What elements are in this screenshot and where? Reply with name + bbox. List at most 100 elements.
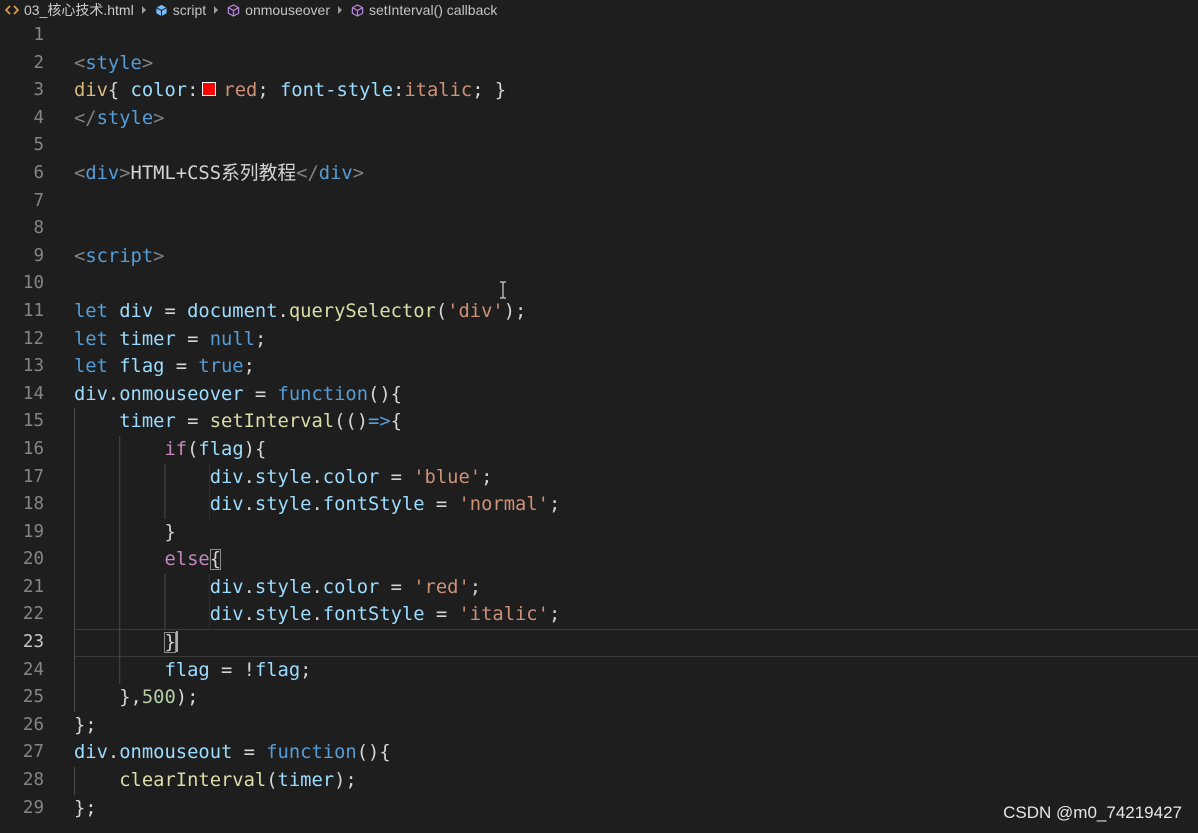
- code-line[interactable]: 19 }: [0, 518, 1198, 547]
- code-token-punctuation: =: [424, 604, 459, 626]
- code-line[interactable]: 21 div.style.color = 'red';: [0, 573, 1198, 602]
- code-line[interactable]: 26};: [0, 712, 1198, 740]
- symbol-module-icon: [155, 4, 167, 16]
- code-content[interactable]: div.style.color = 'red';: [74, 573, 1198, 602]
- line-number: 11: [22, 300, 44, 321]
- code-line[interactable]: 4 </style>: [0, 105, 1198, 133]
- code-content[interactable]: let div = document.querySelector('div');: [74, 298, 1198, 326]
- code-line[interactable]: 2 <style>: [0, 50, 1198, 78]
- code-content[interactable]: [74, 22, 1198, 50]
- code-content[interactable]: <script>: [74, 243, 1198, 271]
- code-content[interactable]: timer = setInterval(()=>{: [74, 408, 1198, 436]
- code-token-punctuation: ){: [243, 438, 267, 460]
- code-line[interactable]: 18 div.style.fontStyle = 'normal';: [0, 491, 1198, 519]
- code-content[interactable]: div.onmouseover = function(){: [74, 381, 1198, 409]
- code-token-punctuation: [108, 329, 119, 350]
- code-line[interactable]: 16 if(flag){: [0, 435, 1198, 464]
- code-content[interactable]: [74, 215, 1198, 243]
- symbol-method-icon: [351, 3, 364, 17]
- code-token-keyword: null: [209, 328, 255, 350]
- code-line[interactable]: 24 flag = !flag;: [0, 656, 1198, 685]
- code-line[interactable]: 15 timer = setInterval(()=>{: [0, 408, 1198, 436]
- code-content[interactable]: if(flag){: [74, 435, 1198, 464]
- code-token-punctuation: :: [187, 80, 199, 102]
- code-token-punctuation: ;: [481, 466, 493, 488]
- code-content[interactable]: div.style.color = 'blue';: [74, 463, 1198, 492]
- code-line[interactable]: 27 div.onmouseout = function(){: [0, 739, 1198, 767]
- code-token-tag-bracket: <: [74, 162, 86, 184]
- code-line[interactable]: 20 else{: [0, 546, 1198, 574]
- code-content[interactable]: </style>: [74, 105, 1198, 133]
- breadcrumb-label: script: [172, 2, 207, 18]
- code-line[interactable]: 11 let div = document.querySelector('div'…: [0, 298, 1198, 326]
- code-line[interactable]: 5: [0, 132, 1198, 160]
- code-content[interactable]: clearInterval(timer);: [74, 767, 1198, 795]
- code-token-keyword: function: [266, 742, 357, 764]
- line-number: 29: [22, 797, 44, 818]
- code-line[interactable]: 17 div.style.color = 'blue';: [0, 463, 1198, 492]
- breadcrumb-item-setinterval-callback[interactable]: setInterval() callback: [351, 2, 497, 18]
- code-content[interactable]: [74, 132, 1198, 160]
- code-token-variable: style: [254, 576, 312, 598]
- breadcrumb-item-onmouseover[interactable]: onmouseover: [227, 2, 330, 18]
- breadcrumb-item-file[interactable]: 03_核心技术.html: [5, 0, 134, 20]
- code-token-punctuation: =: [153, 300, 188, 322]
- code-token-punctuation: =: [164, 356, 199, 378]
- code-token-punctuation: (: [187, 438, 199, 460]
- code-token-punctuation: ;: [243, 356, 255, 378]
- code-content[interactable]: div{ color: red; font-style:italic; }: [74, 77, 1198, 105]
- code-content[interactable]: [74, 270, 1198, 298]
- color-swatch[interactable]: [202, 81, 217, 96]
- code-line[interactable]: 13 let flag = true;: [0, 353, 1198, 381]
- code-line[interactable]: 22 div.style.fontStyle = 'italic';: [0, 601, 1198, 630]
- code-line[interactable]: 25 },500);: [0, 684, 1198, 712]
- code-content[interactable]: let timer = null;: [74, 326, 1198, 354]
- code-token-punctuation: );: [175, 687, 199, 709]
- indent-guide: [74, 491, 210, 519]
- code-content[interactable]: div.style.fontStyle = 'italic';: [74, 601, 1198, 630]
- line-number: 8: [33, 218, 44, 239]
- code-content[interactable]: <style>: [74, 50, 1198, 78]
- line-number: 14: [22, 383, 44, 404]
- indent-guide: [74, 573, 210, 602]
- breadcrumb-item-script[interactable]: script: [155, 2, 206, 18]
- code-content[interactable]: }: [74, 629, 1198, 657]
- code-token-keyword: function: [277, 383, 369, 405]
- code-content[interactable]: div.onmouseout = function(){: [74, 739, 1198, 767]
- code-content[interactable]: let flag = true;: [74, 353, 1198, 381]
- breadcrumb-label: onmouseover: [245, 2, 330, 18]
- line-number: 13: [22, 356, 44, 377]
- code-line[interactable]: 3 div{ color: red; font-style:italic; }: [0, 77, 1198, 105]
- code-token-tag-bracket: </: [296, 162, 319, 184]
- code-editor[interactable]: 1 2 <style> 3 div{ color: red; font-style:ita…: [0, 22, 1198, 822]
- code-content[interactable]: },500);: [74, 684, 1198, 712]
- code-content[interactable]: <div>HTML+CSS系列教程</div>: [74, 160, 1198, 188]
- code-line[interactable]: 10: [0, 270, 1198, 298]
- code-line[interactable]: 1: [0, 22, 1198, 50]
- code-content[interactable]: else{: [74, 546, 1198, 574]
- code-content[interactable]: flag = !flag;: [74, 656, 1198, 685]
- code-token-variable: style: [254, 494, 312, 516]
- code-token-punctuation: };: [74, 797, 97, 819]
- code-token-css-value: italic: [404, 80, 473, 102]
- code-token-punctuation: ;: [548, 604, 561, 626]
- code-line[interactable]: 9 <script>: [0, 243, 1198, 271]
- code-token-variable: style: [254, 604, 312, 626]
- code-token-punctuation: =: [379, 466, 414, 488]
- code-line[interactable]: 12 let timer = null;: [0, 326, 1198, 354]
- code-content[interactable]: };: [74, 712, 1198, 740]
- code-content[interactable]: div.style.fontStyle = 'normal';: [74, 491, 1198, 519]
- code-line[interactable]: 7: [0, 188, 1198, 216]
- line-number: 9: [33, 245, 44, 266]
- code-content[interactable]: [74, 188, 1198, 216]
- code-content[interactable]: }: [74, 518, 1198, 547]
- code-line[interactable]: 8: [0, 215, 1198, 243]
- code-line[interactable]: 6 <div>HTML+CSS系列教程</div>: [0, 160, 1198, 188]
- code-token-tag-name: style: [85, 52, 142, 74]
- code-token-function: setInterval: [209, 411, 335, 433]
- code-line[interactable]: 28 clearInterval(timer);: [0, 767, 1198, 795]
- line-number: 6: [33, 162, 44, 183]
- code-token-punctuation: ;: [254, 328, 267, 350]
- code-line-active[interactable]: 23 }: [0, 629, 1198, 657]
- code-line[interactable]: 14 div.onmouseover = function(){: [0, 381, 1198, 409]
